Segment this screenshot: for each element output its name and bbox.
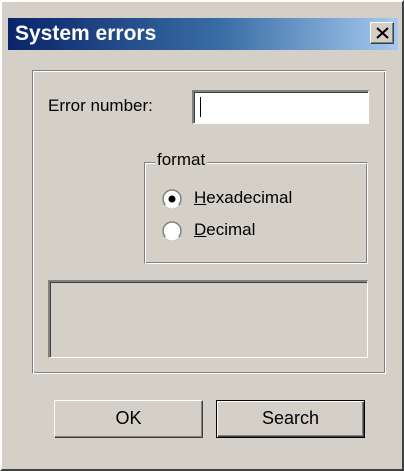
- radio-hexadecimal-label: Hexadecimal: [194, 188, 293, 207]
- ok-button[interactable]: OK: [54, 400, 203, 438]
- close-button[interactable]: [370, 22, 394, 44]
- format-group-label: format: [155, 150, 208, 170]
- error-number-label: Error number:: [48, 96, 153, 115]
- ok-button-label: OK: [115, 408, 142, 428]
- title-bar: System errors: [8, 18, 398, 50]
- error-number-input[interactable]: [192, 90, 369, 124]
- format-groupbox: [144, 162, 368, 264]
- radio-decimal-label: Decimal: [194, 220, 256, 239]
- radio-checked-icon: [162, 189, 182, 209]
- window-title: System errors: [15, 22, 157, 45]
- radio-decimal[interactable]: Decimal: [162, 219, 342, 243]
- radio-hexadecimal[interactable]: Hexadecimal: [162, 187, 342, 211]
- system-errors-dialog: System errors Error number: format Hexad…: [0, 0, 404, 471]
- close-icon: [376, 27, 389, 39]
- result-display: [48, 280, 368, 358]
- radio-unchecked-icon: [162, 221, 182, 241]
- search-button[interactable]: Search: [216, 400, 365, 438]
- search-button-label: Search: [261, 408, 320, 428]
- text-caret: [200, 97, 201, 117]
